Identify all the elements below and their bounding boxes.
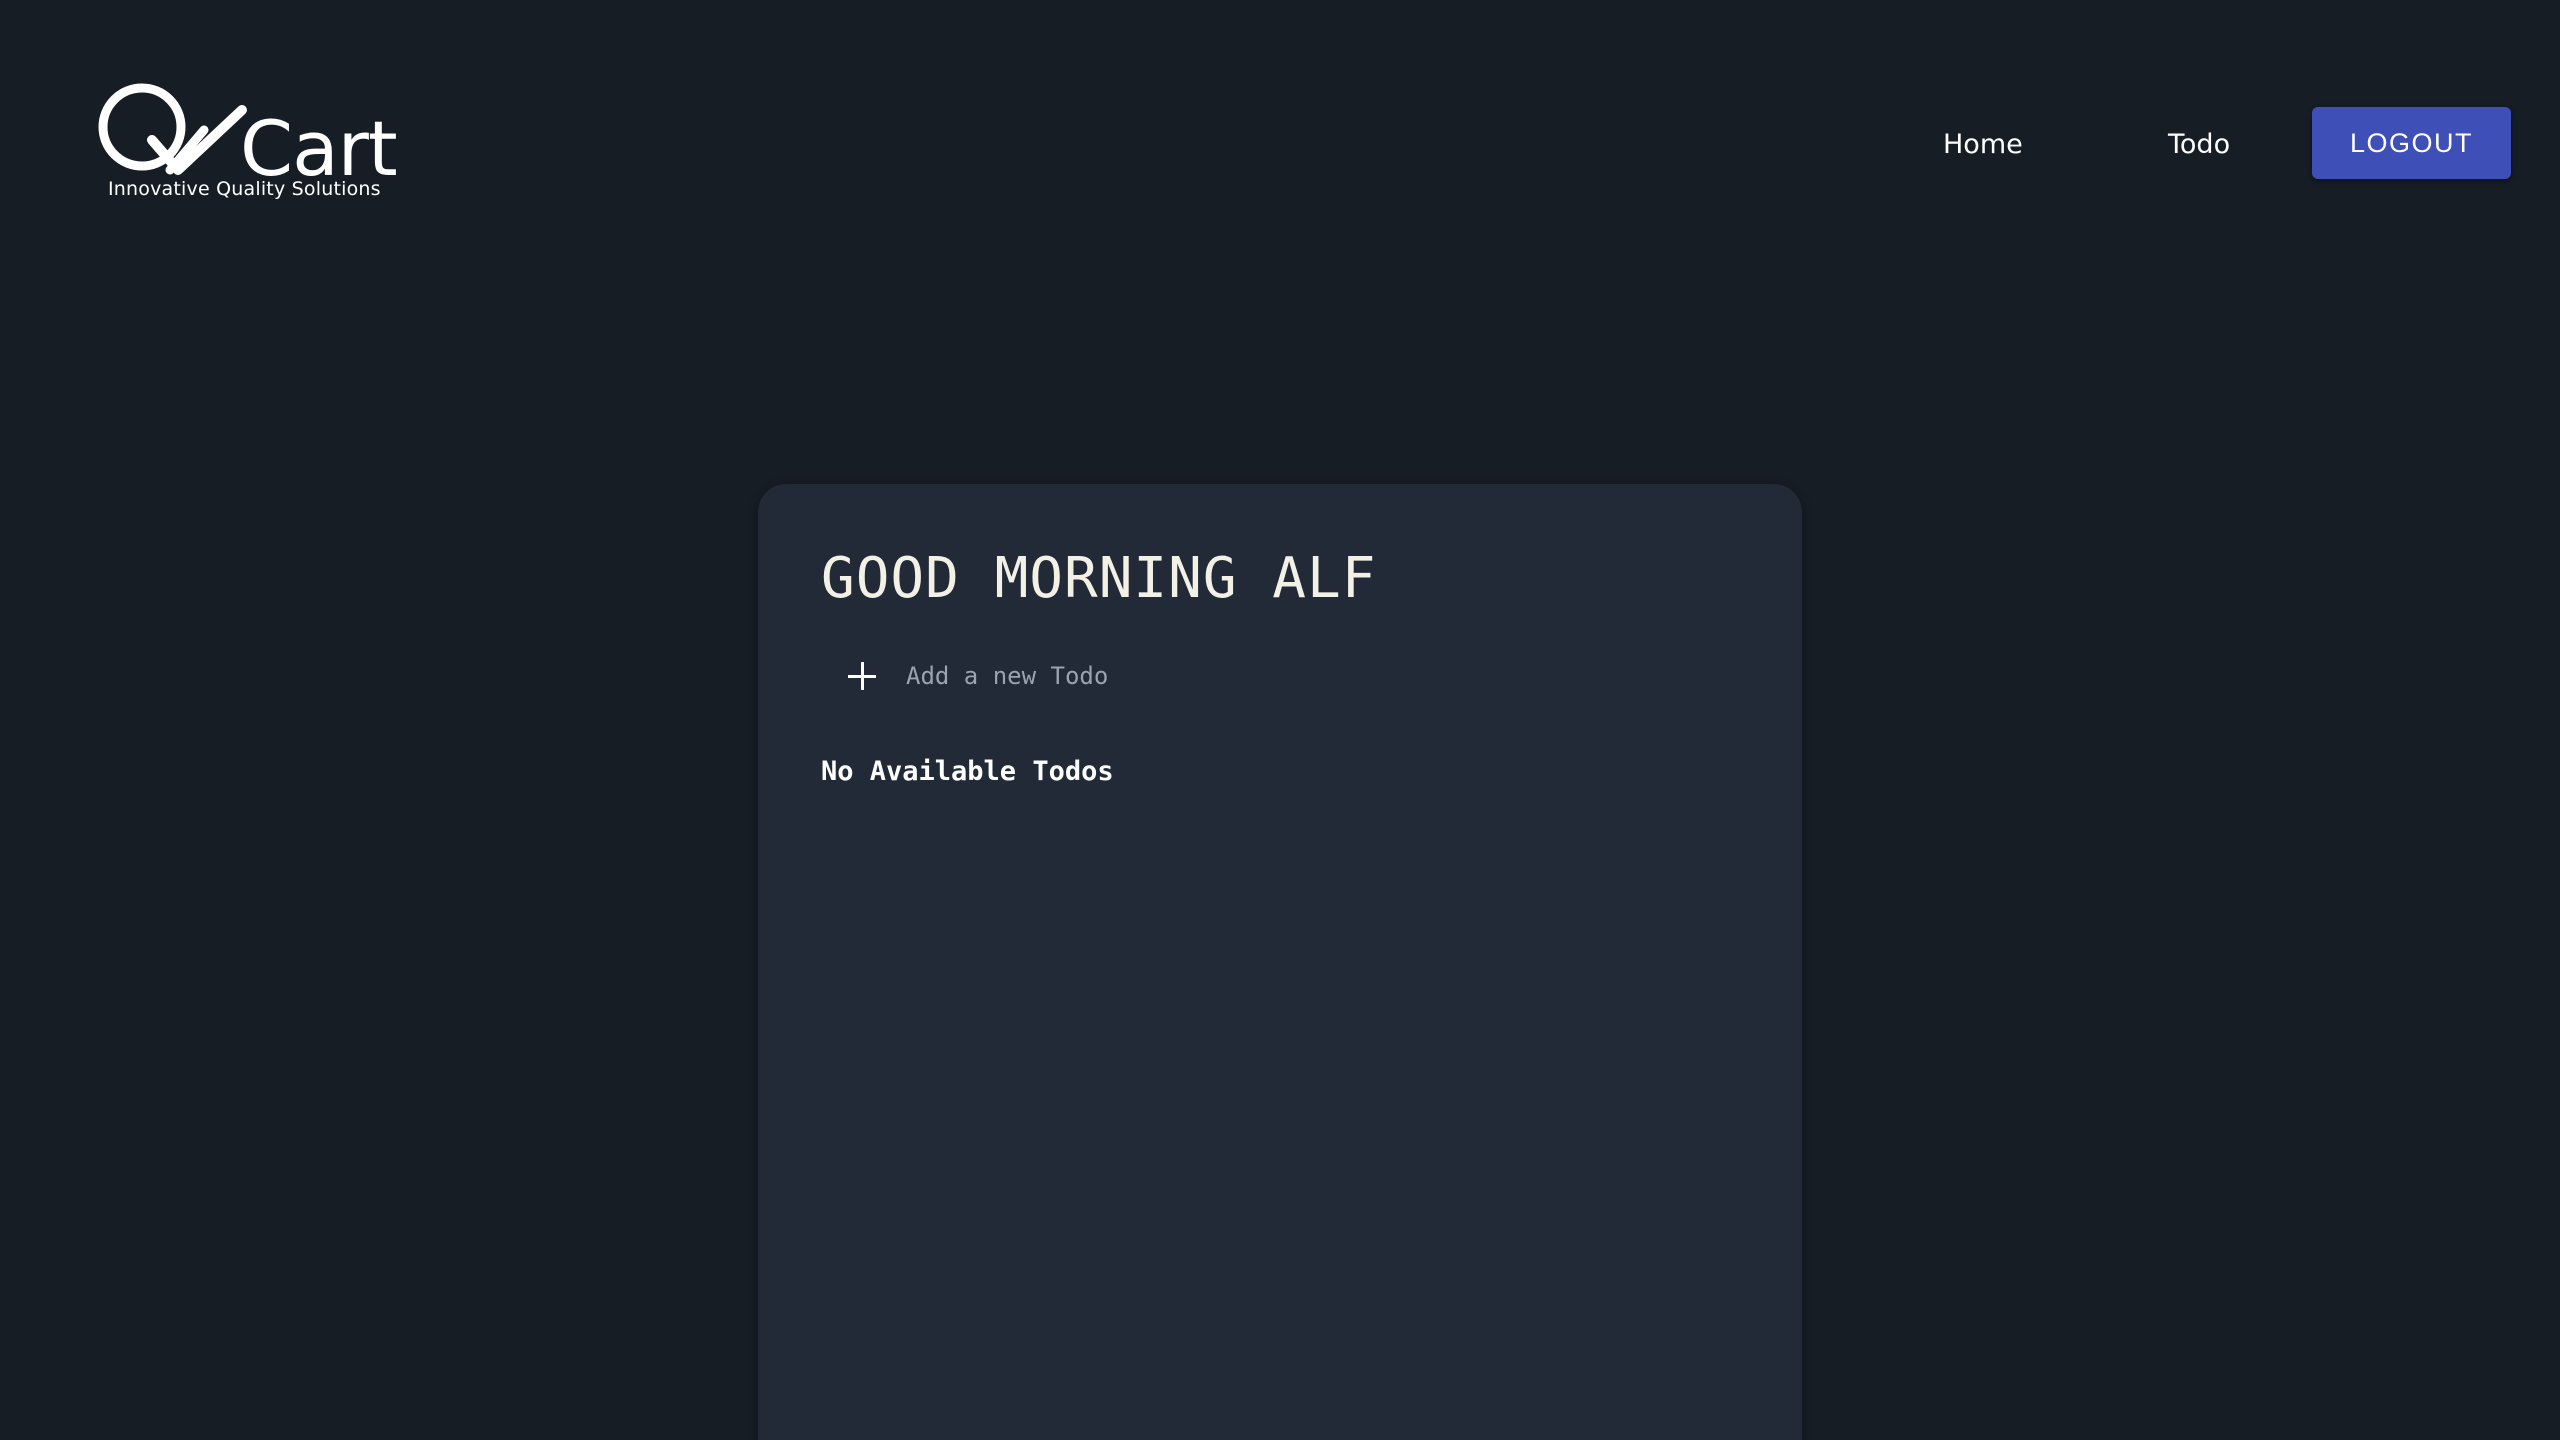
plus-icon[interactable] — [848, 662, 876, 690]
add-todo-row — [848, 662, 1406, 690]
page: Cart Innovative Quality Solutions Home T… — [0, 0, 2560, 1440]
logout-button[interactable]: LOGOUT — [2312, 107, 2511, 179]
logo[interactable]: Cart Innovative Quality Solutions — [92, 82, 402, 202]
empty-todos-message: No Available Todos — [821, 756, 1114, 787]
nav-home-link[interactable]: Home — [1943, 125, 2023, 165]
qacart-logo-icon: Cart — [98, 83, 398, 193]
new-todo-input[interactable] — [906, 662, 1406, 690]
svg-text:Cart: Cart — [240, 104, 397, 182]
todo-card: GOOD MORNING ALF No Available Todos — [758, 484, 1802, 1440]
greeting-title: GOOD MORNING ALF — [821, 546, 1377, 611]
nav-todo-link[interactable]: Todo — [2168, 125, 2230, 165]
logo-tagline: Innovative Quality Solutions — [108, 178, 381, 200]
